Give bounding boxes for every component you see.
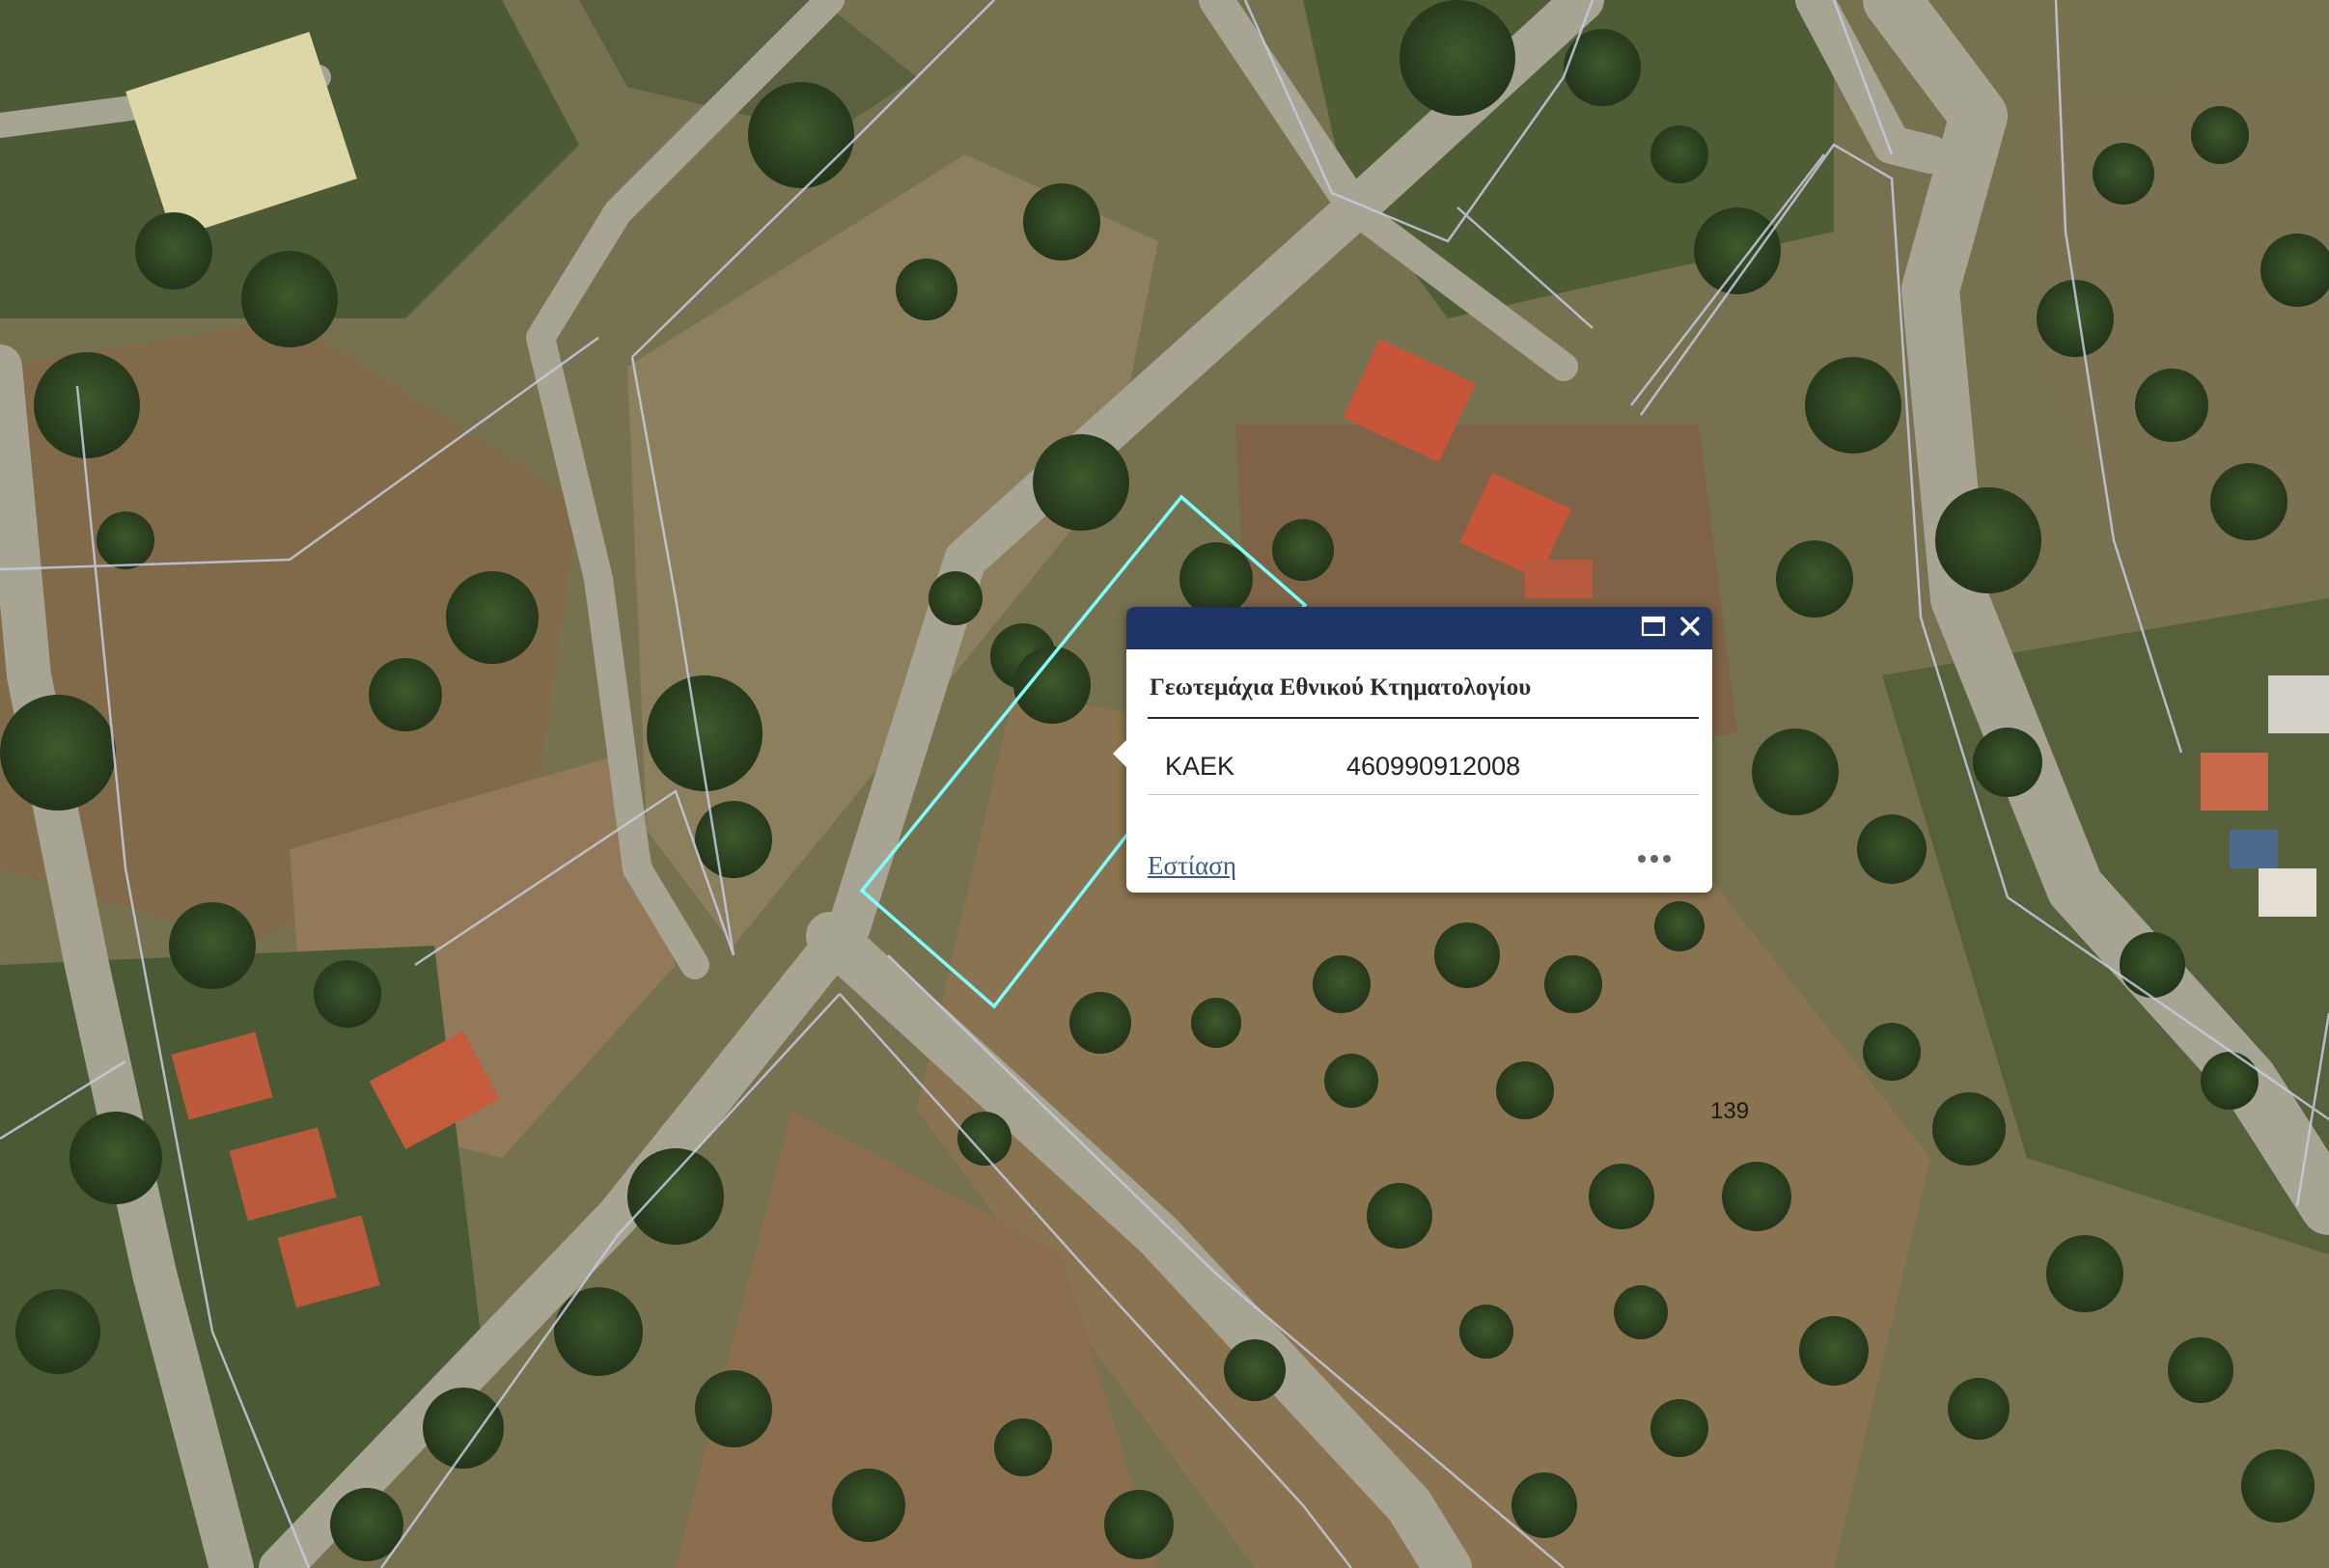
attribute-row: ΚΑΕΚ 460990912008	[1148, 732, 1699, 795]
title-divider	[1148, 717, 1699, 719]
more-actions-button[interactable]	[1633, 842, 1676, 875]
more-icon	[1638, 855, 1671, 863]
maximize-button[interactable]	[1637, 612, 1670, 645]
attribute-value: 460990912008	[1346, 752, 1521, 781]
attribute-name: ΚΑΕΚ	[1165, 752, 1235, 781]
maximize-icon	[1641, 615, 1666, 643]
popup-pointer	[1113, 739, 1127, 768]
close-button[interactable]	[1674, 612, 1706, 645]
zoom-to-link[interactable]: Εστίαση	[1148, 851, 1236, 881]
parcel-number-label: 139	[1710, 1098, 1750, 1124]
popup-title: Γεωτεμάχια Εθνικού Κτηματολογίου	[1150, 674, 1532, 701]
popup-header	[1126, 607, 1712, 649]
feature-popup: Γεωτεμάχια Εθνικού Κτηματολογίου ΚΑΕΚ 46…	[1113, 607, 1712, 893]
close-icon	[1678, 615, 1702, 643]
